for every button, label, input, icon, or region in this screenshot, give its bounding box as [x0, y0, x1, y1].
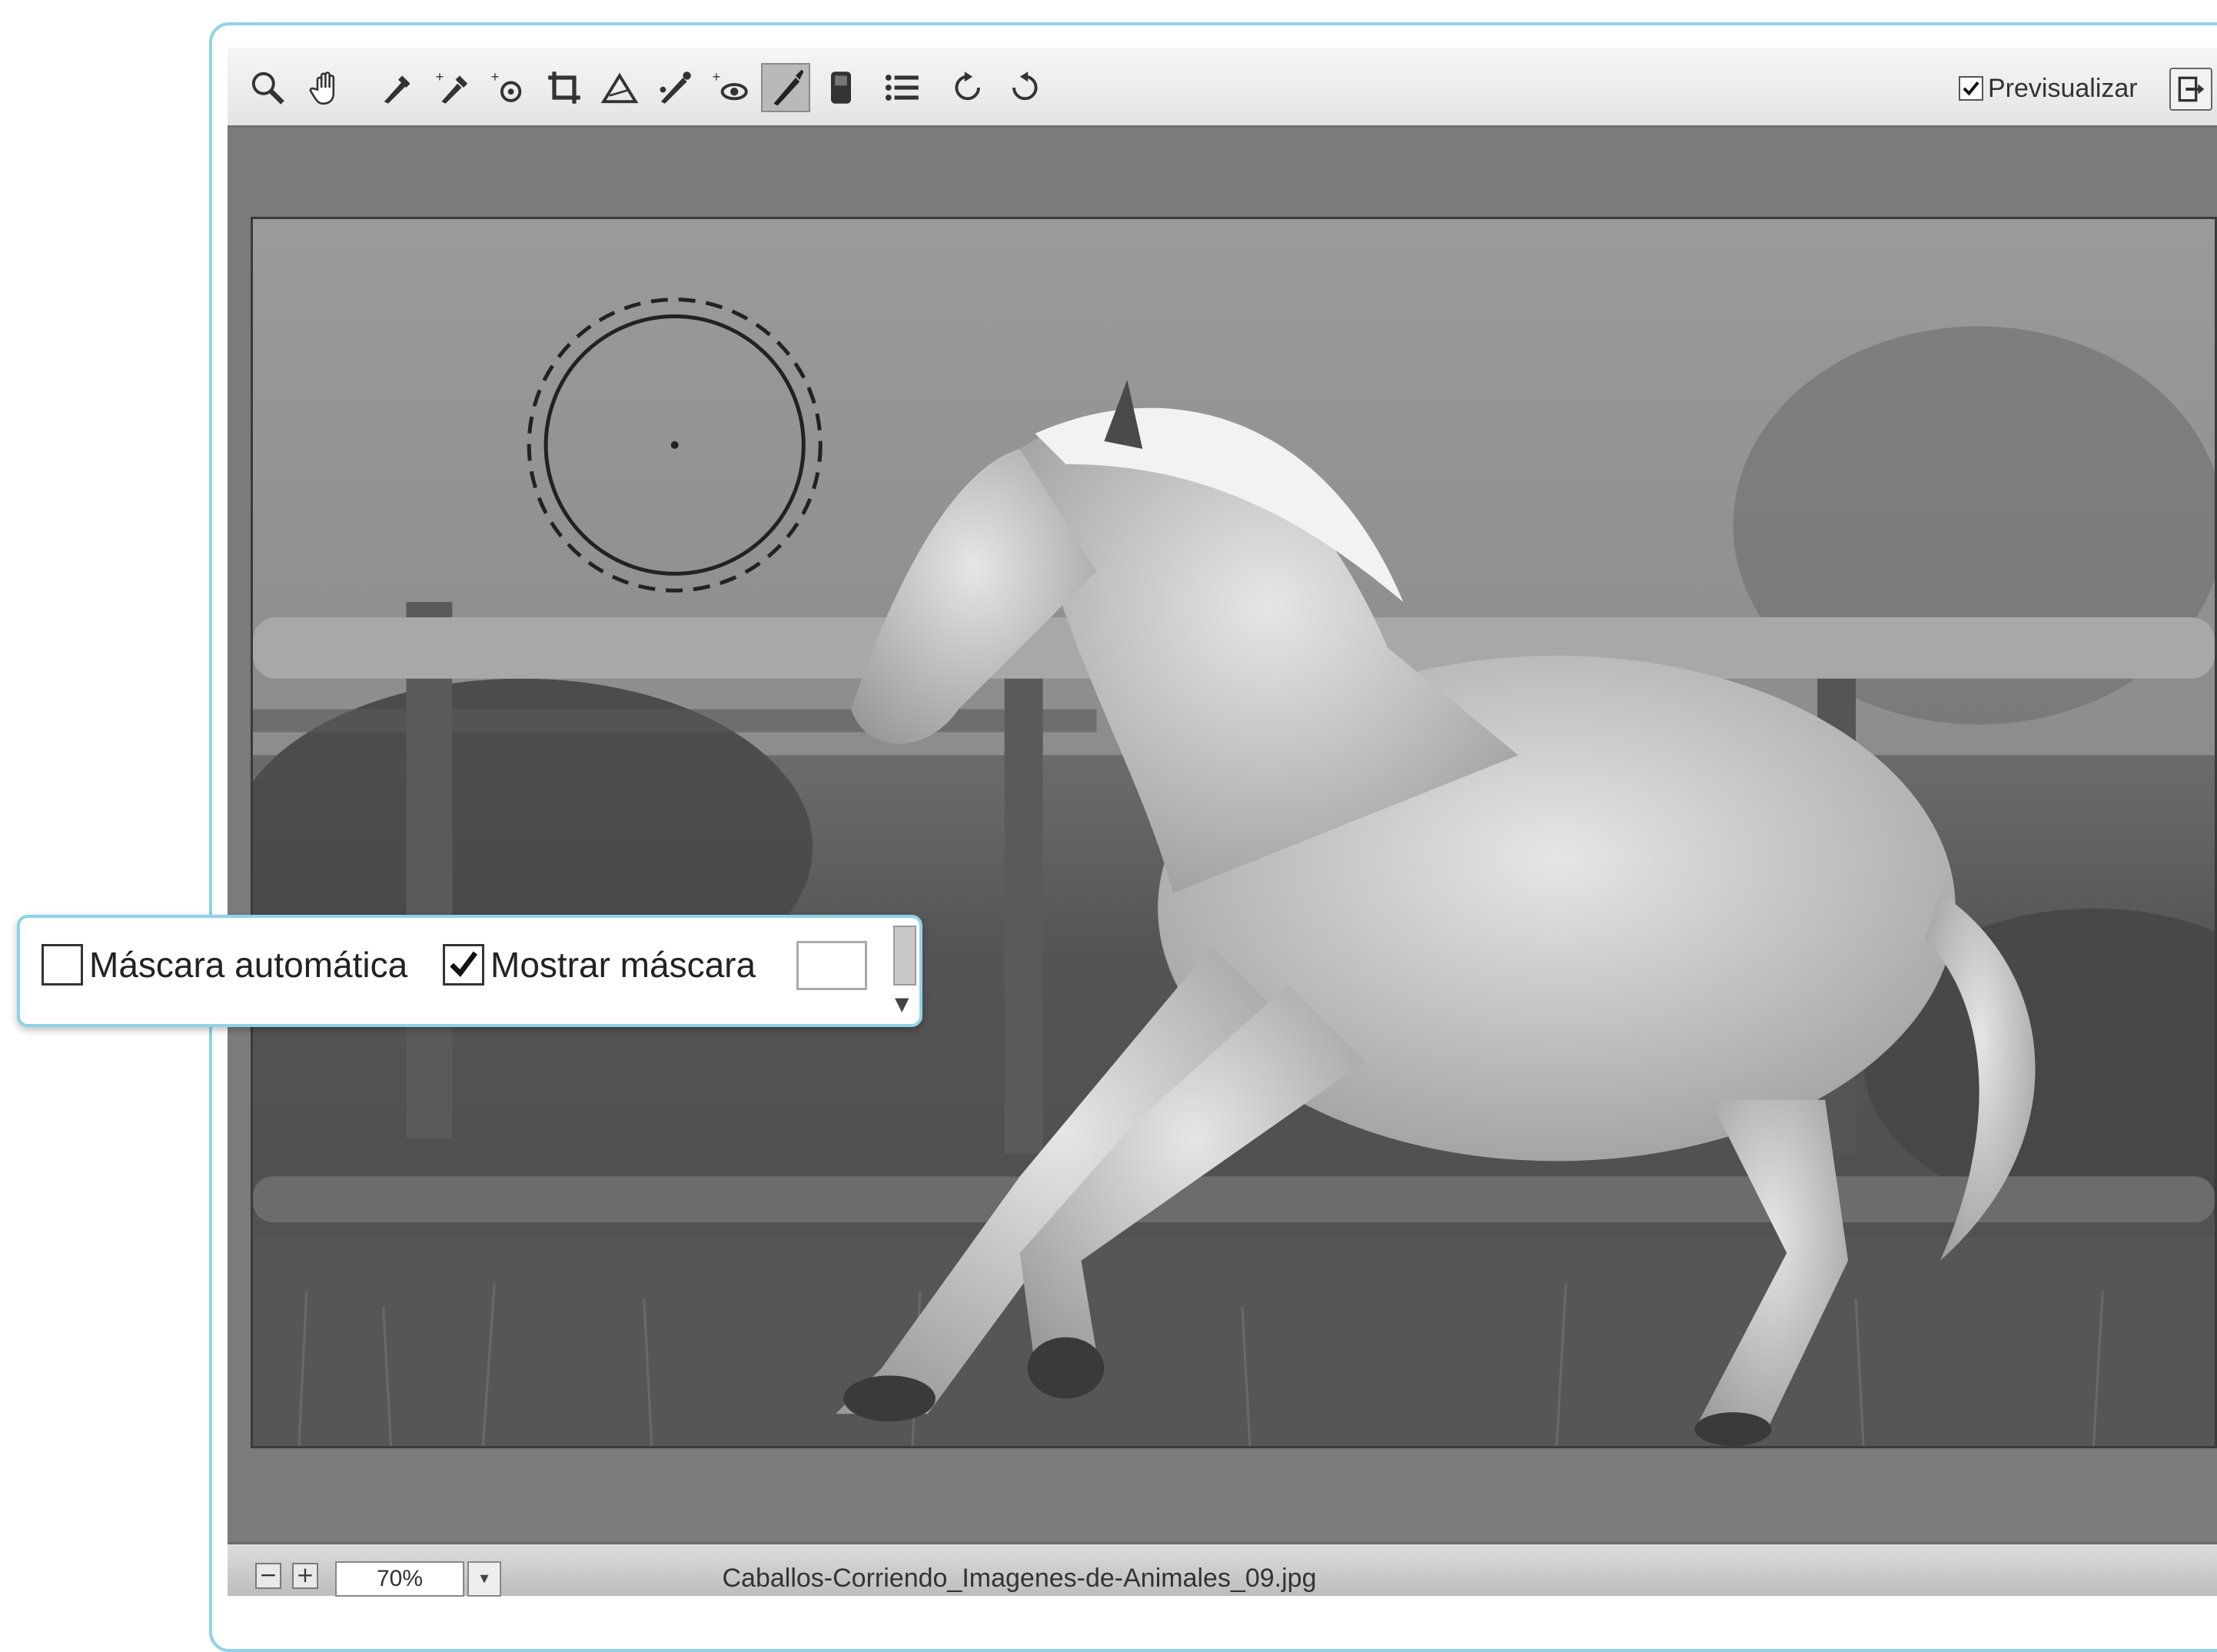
color-sampler-tool-icon[interactable]: + — [429, 63, 478, 112]
mask-color-swatch[interactable] — [796, 941, 867, 990]
preview-checkbox[interactable] — [1959, 76, 1983, 101]
brush-options-callout: Máscara automática Mostrar máscara ▼ — [17, 915, 922, 1027]
preferences-icon[interactable] — [878, 63, 927, 112]
auto-mask-option[interactable]: Máscara automática — [42, 938, 407, 992]
white-balance-tool-icon[interactable] — [374, 63, 423, 112]
photo-canvas[interactable] — [251, 217, 2217, 1448]
svg-text:+: + — [436, 69, 444, 85]
targeted-adjustment-tool-icon[interactable]: + — [484, 63, 533, 112]
zoom-level-field[interactable]: 70% — [335, 1561, 464, 1597]
spot-removal-tool-icon[interactable] — [650, 63, 700, 112]
preview-label: Previsualizar — [1988, 73, 2138, 103]
scrollbar[interactable]: ▼ — [890, 924, 921, 1021]
toolbar: + + + — [228, 48, 2217, 128]
scroll-down-arrow-icon[interactable]: ▼ — [895, 993, 909, 1015]
svg-text:+: + — [491, 69, 500, 85]
zoom-in-button[interactable]: + — [292, 1563, 318, 1589]
crop-tool-icon[interactable] — [540, 63, 589, 112]
show-mask-checkbox[interactable] — [443, 944, 484, 986]
zoom-dropdown-button[interactable]: ▾ — [467, 1561, 501, 1597]
file-name: Caballos-Corriendo_Imagenes-de-Animales_… — [722, 1564, 1317, 1593]
adjustment-brush-tool-icon[interactable] — [761, 63, 810, 112]
rotate-right-icon[interactable] — [999, 63, 1049, 112]
hand-tool-icon[interactable] — [303, 63, 352, 112]
chevron-down-icon: ▾ — [480, 1569, 489, 1588]
red-eye-removal-tool-icon[interactable]: + — [706, 63, 755, 112]
show-mask-label: Mostrar máscara — [490, 945, 756, 985]
show-mask-option[interactable]: Mostrar máscara — [443, 938, 756, 992]
scrollbar-thumb[interactable] — [893, 926, 916, 986]
auto-mask-checkbox[interactable] — [42, 944, 83, 986]
rotate-left-icon[interactable] — [944, 63, 993, 112]
graduated-filter-tool-icon[interactable] — [816, 63, 866, 112]
fullscreen-button[interactable] — [2169, 68, 2212, 111]
zoom-tool-icon[interactable] — [243, 63, 292, 112]
zoom-out-button[interactable]: − — [255, 1563, 281, 1589]
svg-text:+: + — [713, 69, 721, 85]
auto-mask-label: Máscara automática — [89, 945, 408, 985]
straighten-tool-icon[interactable] — [595, 63, 644, 112]
fullscreen-icon — [2178, 76, 2205, 102]
status-bar: − + 70% ▾ Caballos-Corriendo_Imagenes-de… — [228, 1542, 2217, 1597]
preview-option[interactable]: Previsualizar — [1959, 69, 2138, 108]
checkmark-icon — [450, 951, 478, 978]
